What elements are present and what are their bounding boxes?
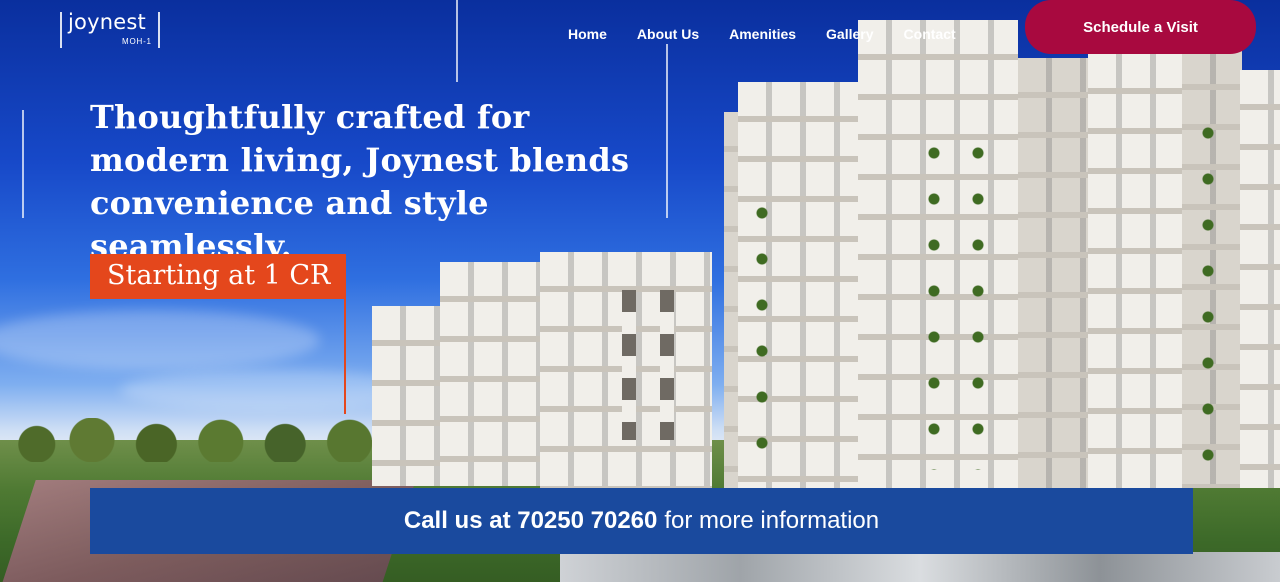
balcony-plants bbox=[912, 130, 992, 470]
nav-gallery[interactable]: Gallery bbox=[826, 26, 873, 42]
schedule-visit-button[interactable]: Schedule a Visit bbox=[1025, 0, 1256, 54]
building-front bbox=[1088, 54, 1184, 488]
cloud bbox=[0, 310, 320, 370]
decorative-line bbox=[666, 44, 668, 218]
call-phone-text[interactable]: Call us at 70250 70260 bbox=[404, 507, 658, 535]
nav-amenities[interactable]: Amenities bbox=[729, 26, 796, 42]
balcony-plants bbox=[1186, 110, 1246, 470]
call-info-text: for more information bbox=[664, 507, 880, 534]
decorative-line bbox=[22, 110, 24, 218]
logo-subtitle: MOH-1 bbox=[122, 37, 152, 46]
call-banner[interactable]: Call us at 70250 70260 for more informat… bbox=[90, 488, 1193, 554]
building-mid bbox=[440, 262, 540, 486]
decorative-line bbox=[456, 0, 458, 82]
balcony-plants bbox=[740, 190, 780, 480]
logo-bar-right bbox=[158, 12, 160, 48]
parking-area bbox=[560, 552, 1280, 582]
nav-home[interactable]: Home bbox=[568, 26, 607, 42]
brand-logo[interactable]: joynest MOH-1 bbox=[58, 8, 162, 50]
hero-headline: Thoughtfully crafted for modern living, … bbox=[90, 98, 630, 265]
building-window-column bbox=[622, 290, 636, 440]
building-window-column bbox=[660, 290, 674, 440]
building-front bbox=[1240, 70, 1280, 488]
price-badge: Starting at 1 CR bbox=[90, 254, 346, 299]
price-badge-line bbox=[344, 296, 346, 414]
nav-about-us[interactable]: About Us bbox=[637, 26, 699, 42]
logo-wordmark: joynest bbox=[68, 10, 146, 34]
building-front bbox=[1018, 58, 1088, 488]
nav-contact[interactable]: Contact bbox=[904, 26, 956, 42]
main-navigation: Home About Us Amenities Gallery Contact bbox=[568, 26, 986, 42]
logo-bar-left bbox=[60, 12, 62, 48]
building-far bbox=[372, 306, 442, 486]
